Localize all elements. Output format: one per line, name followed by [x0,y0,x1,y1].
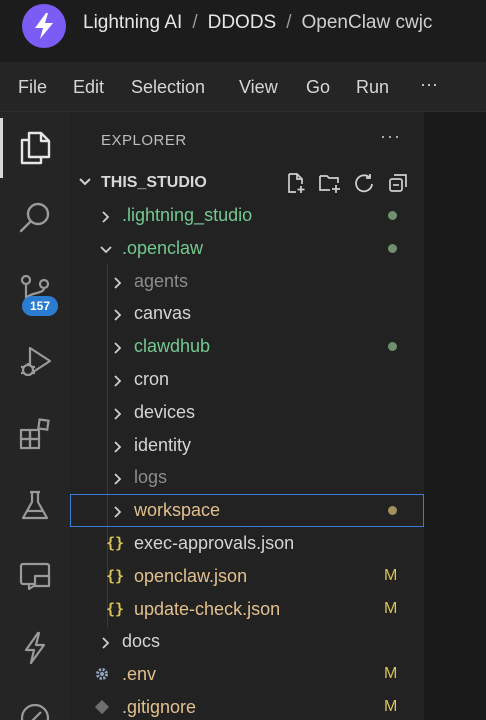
chevron-right-icon [112,440,124,458]
breadcrumb: Lightning AI / DDODS / OpenClaw cwjc [83,12,432,34]
source-control-badge: 157 [22,296,58,316]
tree-item-label: openclaw.json [134,565,248,586]
lightning-icon[interactable] [0,618,70,678]
tree-folder[interactable]: devices [70,396,424,429]
source-control-icon[interactable]: 157 [0,260,70,320]
tree-folder[interactable]: workspace [70,494,424,528]
change-indicator-dot [388,506,397,516]
tree-file[interactable]: {} exec-approvals.json [70,527,424,560]
tree-item-label: .env [122,664,157,685]
section-toolbar [284,171,410,195]
git-status-badge: M [384,698,398,715]
tree-item-label: agents [134,270,189,291]
menu-view[interactable]: View [239,77,278,98]
menu-go[interactable]: Go [306,77,330,98]
git-status-badge: M [384,599,398,617]
breadcrumb-studio[interactable]: OpenClaw cwjc [302,12,433,34]
explorer-more-icon[interactable]: ··· [380,126,401,147]
explorer-icon[interactable] [0,118,70,178]
workspace-section-header[interactable]: THIS_STUDIO [70,167,424,197]
chevron-right-icon [100,210,112,228]
chevron-right-icon [112,276,124,294]
tree-item-label: identity [134,434,192,455]
menu-edit[interactable]: Edit [73,77,104,98]
tree-folder[interactable]: cron [70,363,424,396]
refresh-icon[interactable] [352,171,376,195]
breadcrumb-separator: / [192,12,198,33]
search-icon[interactable] [0,188,70,248]
explorer-sidebar: EXPLORER ··· THIS_STUDIO .lightning_stud… [70,112,424,720]
git-status-badge: M [384,566,398,584]
tree-folder[interactable]: .openclaw [70,232,424,265]
tree-item-label: workspace [134,500,221,521]
accounts-icon[interactable] [0,686,70,720]
menu-bar: File Edit Selection View Go Run ··· [0,62,486,112]
git-status-badge: M [384,665,398,683]
tree-file[interactable]: {} openclaw.json M [70,560,424,593]
run-debug-icon[interactable] [0,332,70,392]
chevron-right-icon [112,472,124,490]
chevron-down-icon [78,175,92,194]
gear-icon [94,666,110,687]
lightning-logo-icon[interactable] [22,4,66,48]
chevron-right-icon [112,374,124,392]
remote-explorer-icon[interactable] [0,546,70,606]
tree-item-label: .gitignore [122,697,197,717]
json-file-icon: {} [106,534,125,552]
testing-icon[interactable] [0,476,70,536]
change-indicator-dot [388,243,397,253]
chevron-right-icon [100,636,112,654]
breadcrumb-org[interactable]: Lightning AI [83,12,182,34]
activity-bar: 157 [0,112,70,720]
breadcrumb-separator: / [286,12,292,33]
workspace-section-label: THIS_STUDIO [101,174,207,191]
tree-folder[interactable]: docs [70,625,424,658]
editor-area [424,112,486,720]
change-indicator-dot [388,342,397,352]
chevron-right-icon [112,341,124,359]
chevron-right-icon [112,308,124,326]
tree-folder[interactable]: logs [70,461,424,494]
tree-item-label: canvas [134,303,192,324]
breadcrumb-teamspace[interactable]: DDODS [208,12,277,34]
tree-item-label: docs [122,631,161,652]
tree-item-label: devices [134,401,196,422]
tree-item-label: cron [134,369,170,389]
tree-item-label: .lightning_studio [122,205,253,225]
tree-folder[interactable]: identity [70,429,424,462]
tree-item-label: exec-approvals.json [134,533,295,553]
explorer-title: EXPLORER [101,132,187,149]
vscode-window: Lightning AI / DDODS / OpenClaw cwjc Fil… [0,0,486,720]
tree-item-label: logs [134,467,168,488]
title-bar: Lightning AI / DDODS / OpenClaw cwjc [0,0,486,62]
menu-selection[interactable]: Selection [131,77,205,98]
new-file-icon[interactable] [284,171,308,195]
collapse-all-icon[interactable] [386,171,410,195]
tree-item-label: clawdhub [134,336,211,357]
chevron-down-icon [100,243,112,261]
menu-more-icon[interactable]: ··· [420,74,438,95]
change-indicator-dot [388,211,397,220]
tree-folder[interactable]: .lightning_studio [70,199,424,232]
chevron-right-icon [112,505,124,523]
new-folder-icon[interactable] [318,171,342,195]
extensions-icon[interactable] [0,404,70,464]
tree-file[interactable]: .env M [70,658,424,691]
tree-item-label: update-check.json [134,598,281,619]
menu-file[interactable]: File [18,77,47,98]
tree-folder[interactable]: agents [70,265,424,298]
json-file-icon: {} [106,599,125,618]
tree-file[interactable]: .gitignore M [70,691,424,720]
json-file-icon: {} [106,566,125,585]
tree-folder[interactable]: clawdhub [70,330,424,363]
git-icon [94,699,110,720]
tree-folder[interactable]: canvas [70,297,424,330]
chevron-right-icon [112,407,124,425]
tree-file[interactable]: {} update-check.json M [70,593,424,626]
tree-item-label: .openclaw [122,237,204,258]
menu-run[interactable]: Run [356,77,389,98]
